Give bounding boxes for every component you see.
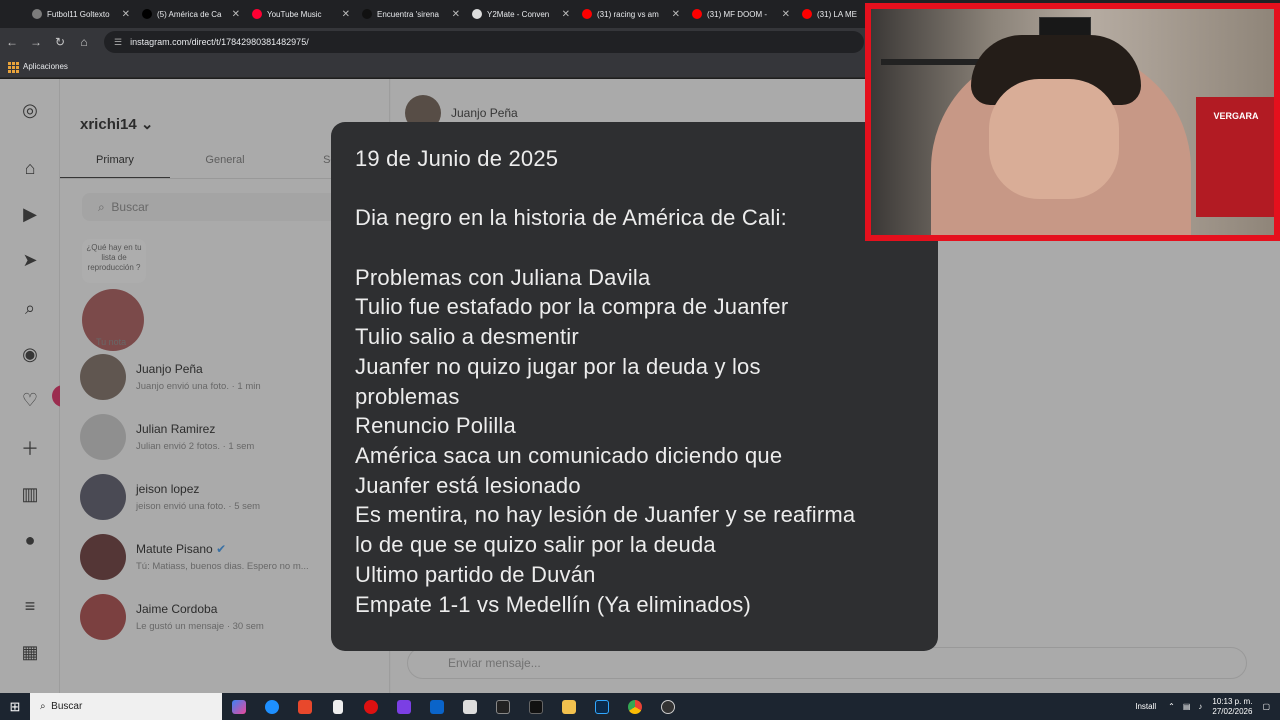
network-icon[interactable]: ▤ <box>1183 702 1191 711</box>
back-icon[interactable]: ← <box>0 35 24 49</box>
taskbar-app-opera-icon[interactable] <box>354 693 387 720</box>
note-line: Juanfer está lesionado <box>355 472 581 498</box>
search-icon: ⌕ <box>40 701 46 712</box>
url-text: instagram.com/direct/t/17842980381482975… <box>130 37 309 47</box>
note-date: 19 de Junio de 2025 <box>355 146 559 171</box>
note-line: Empate 1-1 vs Medellín (Ya eliminados) <box>355 591 752 617</box>
close-icon[interactable]: ✕ <box>782 9 790 20</box>
tab-favicon-icon <box>692 9 702 19</box>
notification-center-icon[interactable]: ▢ <box>1262 702 1270 711</box>
home-icon[interactable]: ⌂ <box>72 35 96 49</box>
apps-icon <box>8 61 19 73</box>
taskbar-app-photoshop-icon[interactable] <box>585 693 618 720</box>
tab-favicon-icon <box>252 9 262 19</box>
tab-favicon-icon <box>472 9 482 19</box>
note-line: lo de que se quizo salir por la deuda <box>355 532 716 558</box>
tab-favicon-icon <box>142 9 152 19</box>
note-line: América saca un comunicado diciendo que <box>355 443 783 468</box>
windows-taskbar: ⊞ ⌕ Buscar Install ⌃ ▤ ♪ 10:13 p. m. 27/0… <box>0 693 1280 720</box>
note-line: Renuncio Polilla <box>355 413 516 439</box>
browser-tab[interactable]: (31) MF DOOM - ✕ <box>686 0 796 28</box>
note-spacer <box>355 233 938 263</box>
taskbar-app-obs-icon[interactable] <box>651 693 684 720</box>
close-icon[interactable]: ✕ <box>342 9 350 20</box>
notes-overlay-card: 19 de Junio de 2025 Dia negro en la hist… <box>331 122 938 651</box>
close-icon[interactable]: ✕ <box>452 9 460 20</box>
taskbar-app-edge-icon[interactable] <box>255 693 288 720</box>
webcam-overlay: VERGARA <box>865 3 1280 241</box>
taskbar-app-outlook-icon[interactable] <box>420 693 453 720</box>
site-info-icon[interactable]: ☰ <box>114 37 122 48</box>
system-tray: Install ⌃ ▤ ♪ 10:13 p. m. 27/02/2026 ▢ <box>1135 693 1270 720</box>
note-line: Juanfer no quizo jugar por la deuda y lo… <box>355 353 761 379</box>
note-line: Ultimo partido de Duván <box>355 561 596 587</box>
volume-icon[interactable]: ♪ <box>1198 702 1202 711</box>
taskbar-app-capcut-icon[interactable] <box>519 693 552 720</box>
url-field[interactable]: ☰ instagram.com/direct/t/178429803814829… <box>104 31 864 53</box>
taskbar-app-icon[interactable] <box>288 693 321 720</box>
taskbar-app-copilot-icon[interactable] <box>222 693 255 720</box>
browser-tab[interactable]: (5) América de Ca ✕ <box>136 0 246 28</box>
tab-favicon-icon <box>362 9 372 19</box>
note-line: Tulio fue estafado por la compra de Juan… <box>355 294 789 320</box>
clock[interactable]: 10:13 p. m. 27/02/2026 <box>1212 697 1252 717</box>
browser-tab[interactable]: (31) racing vs am ✕ <box>576 0 686 28</box>
tray-install[interactable]: Install <box>1135 702 1156 711</box>
taskbar-search-input[interactable]: ⌕ Buscar <box>30 693 222 720</box>
browser-tab[interactable]: Futbol11 Goltexto ✕ <box>26 0 136 28</box>
webcam-person-face <box>989 79 1119 199</box>
note-spacer <box>355 174 938 204</box>
close-icon[interactable]: ✕ <box>232 9 240 20</box>
reload-icon[interactable]: ↻ <box>48 35 72 49</box>
note-line: problemas <box>355 383 460 409</box>
close-icon[interactable]: ✕ <box>562 9 570 20</box>
note-heading: Dia negro en la historia de América de C… <box>355 205 787 231</box>
close-icon[interactable]: ✕ <box>122 9 130 20</box>
webcam-jersey: VERGARA <box>1196 97 1274 217</box>
note-line: Problemas con Juliana Davila <box>355 264 651 290</box>
taskbar-app-file-icon[interactable] <box>321 693 354 720</box>
taskbar-app-video-icon[interactable] <box>387 693 420 720</box>
browser-tab[interactable]: Y2Mate - Conven ✕ <box>466 0 576 28</box>
forward-icon[interactable]: → <box>24 35 48 49</box>
tab-favicon-icon <box>802 9 812 19</box>
note-line: Es mentira, no hay lesión de Juanfer y s… <box>355 502 856 528</box>
tray-chevron-up-icon[interactable]: ⌃ <box>1168 702 1175 711</box>
windows-start-icon[interactable]: ⊞ <box>0 693 30 720</box>
taskbar-app-chrome-icon[interactable] <box>618 693 651 720</box>
browser-tab[interactable]: YouTube Music ✕ <box>246 0 356 28</box>
taskbar-app-folder-icon[interactable] <box>552 693 585 720</box>
note-line: Tulio salio a desmentir <box>355 324 579 350</box>
tab-favicon-icon <box>582 9 592 19</box>
taskbar-app-editor-icon[interactable] <box>486 693 519 720</box>
browser-tab[interactable]: Encuentra 'sirena ✕ <box>356 0 466 28</box>
taskbar-app-store-icon[interactable] <box>453 693 486 720</box>
bookmark-apps[interactable]: Aplicaciones <box>23 62 68 71</box>
close-icon[interactable]: ✕ <box>672 9 680 20</box>
tab-favicon-icon <box>32 9 42 19</box>
